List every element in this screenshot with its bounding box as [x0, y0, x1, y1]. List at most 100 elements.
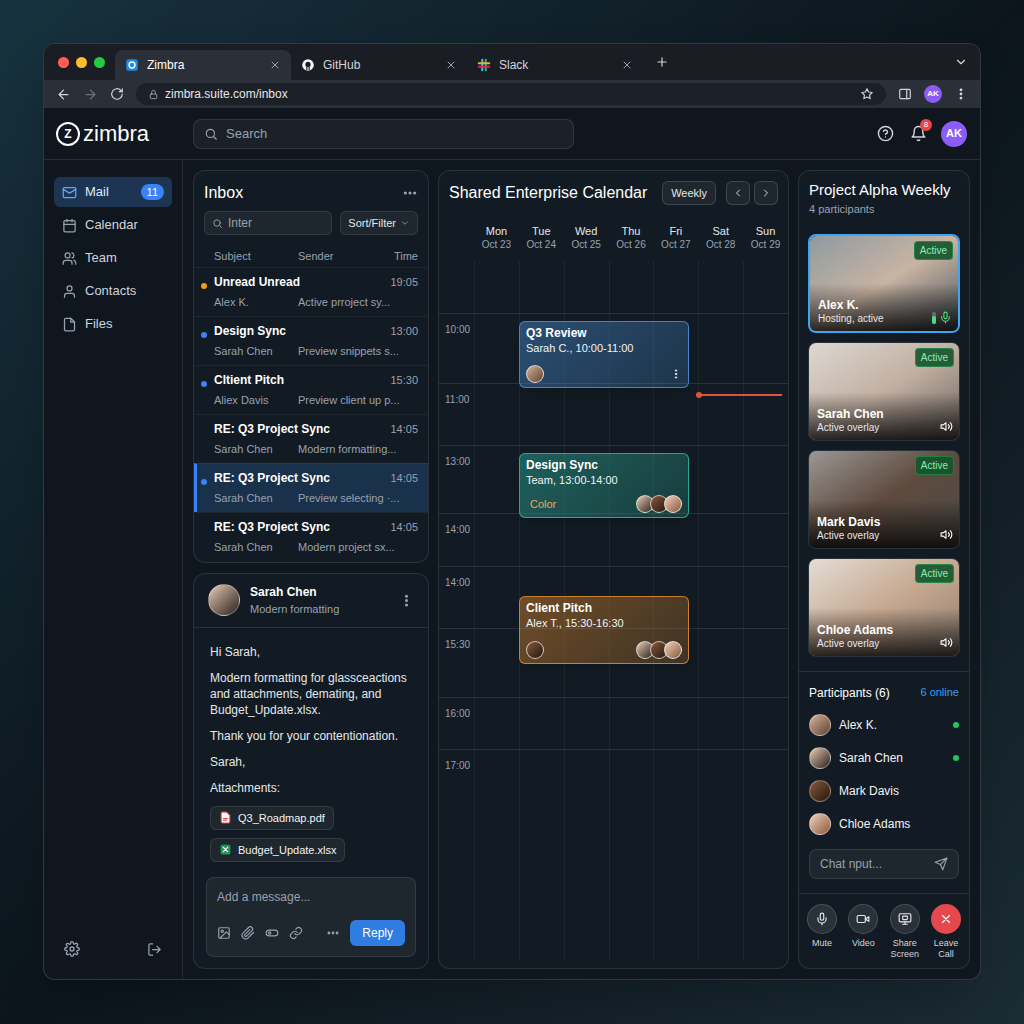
day-cell[interactable] [519, 384, 564, 445]
chat-input[interactable] [820, 855, 928, 873]
reload-icon[interactable] [110, 87, 124, 101]
more-options-icon[interactable] [402, 185, 418, 201]
day-cell[interactable] [474, 446, 519, 513]
day-cell[interactable] [609, 698, 654, 749]
day-cell[interactable] [698, 261, 743, 313]
close-tab-icon[interactable] [621, 59, 633, 71]
bookmark-star-icon[interactable] [860, 87, 874, 101]
day-cell[interactable] [519, 261, 564, 313]
reply-button[interactable]: Reply [350, 920, 405, 946]
compose-input[interactable] [217, 888, 405, 906]
day-cell[interactable] [474, 314, 519, 383]
toggle-icon[interactable] [265, 926, 279, 940]
day-cell[interactable] [698, 514, 743, 566]
day-cell[interactable] [609, 384, 654, 445]
url-field[interactable]: zimbra.suite.com/inbox [136, 83, 886, 105]
calendar-event[interactable]: Q3 ReviewSarah C., 10:00-11:00 [519, 321, 689, 388]
browser-menu-icon[interactable] [954, 87, 968, 101]
day-cell[interactable] [698, 629, 743, 697]
video-tile[interactable]: ActiveAlex K.Hosting, active [808, 234, 960, 333]
message-row[interactable]: Design Sync13:00Sarah ChenPreview snippe… [194, 316, 428, 365]
close-tab-icon[interactable] [445, 59, 457, 71]
sidebar-item[interactable]: Mail11 [54, 177, 172, 207]
day-cell[interactable] [743, 567, 788, 628]
day-cell[interactable] [474, 750, 519, 960]
participant-row[interactable]: Sarah Chen [809, 747, 959, 769]
chat-field[interactable] [809, 849, 959, 879]
zoom-window-button[interactable] [94, 57, 105, 68]
settings-gear-icon[interactable] [64, 941, 80, 957]
day-cell[interactable] [743, 446, 788, 513]
view-selector-button[interactable]: Weekly [662, 181, 716, 205]
sidebar-item[interactable]: Contacts [54, 276, 172, 306]
day-cell[interactable] [474, 698, 519, 749]
forward-arrow-icon[interactable] [83, 87, 98, 102]
close-tab-icon[interactable] [269, 59, 281, 71]
video-tile[interactable]: ActiveMark DavisActive overlay [808, 450, 960, 549]
sort-filter-dropdown[interactable]: Sort/Filter [340, 211, 418, 235]
message-menu-icon[interactable] [399, 593, 414, 608]
attachment-chip[interactable]: Budget_Update.xlsx [210, 838, 345, 862]
day-cell[interactable] [698, 446, 743, 513]
previous-week-button[interactable] [726, 181, 750, 205]
back-arrow-icon[interactable] [56, 87, 71, 102]
sidebar-item[interactable]: Files [54, 309, 172, 339]
attachment-chip[interactable]: Q3_Roadmap.pdf [210, 806, 334, 830]
day-cell[interactable] [698, 698, 743, 749]
sidebar-item[interactable]: Calendar [54, 210, 172, 240]
day-cell[interactable] [698, 314, 743, 383]
day-cell[interactable] [609, 750, 654, 960]
side-panel-icon[interactable] [898, 87, 912, 101]
day-cell[interactable] [564, 384, 609, 445]
notifications-button[interactable]: 8 [910, 125, 927, 142]
user-avatar[interactable]: AK [941, 121, 967, 147]
day-cell[interactable] [743, 514, 788, 566]
minimize-window-button[interactable] [76, 57, 87, 68]
call-control-button[interactable]: Mute [803, 904, 841, 960]
day-cell[interactable] [519, 514, 564, 566]
calendar-event[interactable]: Client PitchAlex T., 15:30-16:30 [519, 596, 689, 664]
filter-input[interactable] [228, 214, 324, 232]
call-control-button[interactable]: Share Screen [886, 904, 924, 960]
search-field[interactable] [193, 119, 574, 149]
day-cell[interactable] [474, 384, 519, 445]
help-icon[interactable] [877, 125, 894, 142]
video-tile[interactable]: ActiveSarah ChenActive overlay [808, 342, 960, 441]
day-cell[interactable] [474, 514, 519, 566]
day-cell[interactable] [743, 314, 788, 383]
profile-avatar[interactable]: AK [924, 85, 942, 103]
day-cell[interactable] [743, 698, 788, 749]
new-tab-icon[interactable] [655, 55, 669, 69]
image-icon[interactable] [217, 926, 231, 940]
browser-tab[interactable]: Slack [467, 50, 643, 80]
message-row[interactable]: RE: Q3 Project Sync14:05Sarah ChenPrevie… [194, 463, 428, 512]
day-cell[interactable] [474, 567, 519, 628]
close-window-button[interactable] [58, 57, 69, 68]
message-row[interactable]: RE: Q3 Project Sync14:05Sarah ChenModern… [194, 512, 428, 561]
day-cell[interactable] [743, 629, 788, 697]
video-tile[interactable]: ActiveChloe AdamsActive overlay [808, 558, 960, 657]
message-row[interactable]: Cltient Pitch15:30Aliex DavisPreview cli… [194, 365, 428, 414]
browser-tab[interactable]: GitHub [291, 50, 467, 80]
attach-paperclip-icon[interactable] [241, 926, 255, 940]
call-control-button[interactable]: Leave Call [927, 904, 965, 960]
browser-tab[interactable]: Zimbra [115, 50, 291, 80]
day-cell[interactable] [653, 698, 698, 749]
day-cell[interactable] [564, 750, 609, 960]
link-icon[interactable] [289, 926, 303, 940]
sidebar-item[interactable]: Team [54, 243, 172, 273]
message-row[interactable]: Unread Unread19:05Alex K.Active prroject… [194, 267, 428, 316]
participant-row[interactable]: Alex K. [809, 714, 959, 736]
day-cell[interactable] [743, 261, 788, 313]
day-cell[interactable] [519, 698, 564, 749]
participant-row[interactable]: Chloe Adams [809, 813, 959, 835]
filter-field[interactable] [204, 211, 332, 235]
day-cell[interactable] [653, 261, 698, 313]
participant-row[interactable]: Mark Davis [809, 780, 959, 802]
day-cell[interactable] [519, 750, 564, 960]
day-cell[interactable] [474, 261, 519, 313]
call-control-button[interactable]: Video [844, 904, 882, 960]
day-cell[interactable] [564, 698, 609, 749]
day-cell[interactable] [653, 750, 698, 960]
event-menu-icon[interactable] [670, 368, 682, 380]
